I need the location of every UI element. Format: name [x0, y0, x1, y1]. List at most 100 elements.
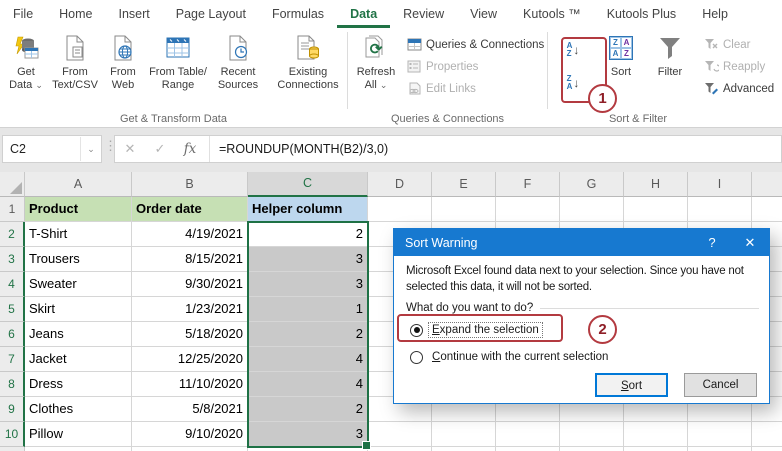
empty-cell[interactable] — [368, 422, 432, 447]
column-header[interactable]: H — [624, 172, 688, 197]
column-header[interactable]: C — [248, 172, 368, 197]
empty-cell[interactable] — [624, 422, 688, 447]
column-header[interactable]: I — [688, 172, 752, 197]
empty-cell[interactable] — [560, 447, 624, 451]
ribbon-tab[interactable]: Help — [689, 0, 741, 28]
empty-cell[interactable] — [432, 422, 496, 447]
order-date-cell[interactable]: 9/30/2021 — [132, 272, 248, 297]
name-box[interactable]: C2 ⌄ — [2, 135, 102, 163]
empty-cell[interactable] — [496, 422, 560, 447]
select-all-button[interactable] — [0, 172, 25, 197]
empty-cell[interactable] — [752, 422, 782, 447]
column-header[interactable]: E — [432, 172, 496, 197]
product-cell[interactable]: Clothes — [25, 397, 132, 422]
ribbon-tab[interactable]: Home — [46, 0, 105, 28]
sort-z-to-a-button[interactable]: ZA ↓ — [558, 70, 588, 96]
ribbon-tab[interactable]: Insert — [106, 0, 163, 28]
existing-connections-button[interactable]: Existing Connections — [270, 28, 346, 92]
confirm-entry-icon[interactable]: ✓ — [145, 141, 175, 157]
row-header[interactable]: 5 — [0, 297, 25, 322]
column-header[interactable]: G — [560, 172, 624, 197]
product-cell[interactable]: Sweater — [25, 272, 132, 297]
order-date-cell[interactable]: 5/18/2020 — [132, 322, 248, 347]
column-header-partial[interactable] — [752, 172, 782, 197]
row-header[interactable]: 10 — [0, 422, 25, 447]
helper-column-header-cell[interactable]: Helper column — [248, 197, 368, 222]
product-cell[interactable]: Skirt — [25, 297, 132, 322]
product-header-cell[interactable]: Product — [25, 197, 132, 222]
cancel-entry-icon[interactable]: ✕ — [115, 141, 145, 157]
empty-cell[interactable] — [624, 447, 688, 451]
empty-cell[interactable] — [25, 447, 132, 451]
row-header[interactable]: 2 — [0, 222, 25, 247]
product-cell[interactable]: Jeans — [25, 322, 132, 347]
order-date-cell[interactable]: 12/25/2020 — [132, 347, 248, 372]
helper-value-cell[interactable]: 3 — [248, 422, 368, 447]
helper-value-cell[interactable]: 4 — [248, 347, 368, 372]
expand-selection-option[interactable]: Expand the selection — [410, 323, 542, 337]
empty-cell[interactable] — [752, 447, 782, 451]
product-cell[interactable]: T-Shirt — [25, 222, 132, 247]
helper-value-cell[interactable]: 3 — [248, 247, 368, 272]
product-cell[interactable]: Dress — [25, 372, 132, 397]
product-cell[interactable]: Pillow — [25, 422, 132, 447]
sort-button[interactable]: ZAAZ Sort — [600, 28, 642, 79]
filter-button[interactable]: Filter — [647, 28, 693, 79]
empty-cell[interactable] — [752, 197, 782, 222]
from-web-button[interactable]: From Web — [101, 28, 145, 92]
from-table-range-button[interactable]: From Table/ Range — [145, 28, 211, 92]
column-header[interactable]: D — [368, 172, 432, 197]
recent-sources-button[interactable]: Recent Sources — [211, 28, 265, 92]
queries-connections-button[interactable]: Queries & Connections — [406, 35, 544, 54]
row-header-11[interactable]: 11 — [0, 447, 25, 451]
properties-button[interactable]: Properties — [406, 57, 544, 76]
radio-button-selected[interactable] — [410, 324, 423, 337]
ribbon-tab[interactable]: File — [0, 0, 46, 28]
edit-links-button[interactable]: Edit Links — [406, 79, 544, 98]
empty-cell[interactable] — [496, 447, 560, 451]
empty-cell[interactable] — [688, 447, 752, 451]
empty-cell[interactable] — [560, 197, 624, 222]
order-date-cell[interactable]: 8/15/2021 — [132, 247, 248, 272]
order-date-cell[interactable]: 4/19/2021 — [132, 222, 248, 247]
row-header[interactable]: 9 — [0, 397, 25, 422]
refresh-all-button[interactable]: ⟳ Refresh All ⌄ — [352, 28, 400, 92]
order-date-cell[interactable]: 5/8/2021 — [132, 397, 248, 422]
empty-cell[interactable] — [688, 422, 752, 447]
formula-text[interactable]: =ROUNDUP(MONTH(B2)/3,0) — [210, 142, 388, 156]
ribbon-tab[interactable]: Kutools Plus — [594, 0, 689, 28]
helper-value-cell[interactable]: 1 — [248, 297, 368, 322]
order-date-cell[interactable]: 9/10/2020 — [132, 422, 248, 447]
column-header[interactable]: F — [496, 172, 560, 197]
empty-cell[interactable] — [132, 447, 248, 451]
dialog-title-bar[interactable]: Sort Warning ? ✕ — [394, 229, 769, 256]
empty-cell[interactable] — [624, 197, 688, 222]
from-text-csv-button[interactable]: From Text/CSV — [49, 28, 101, 92]
empty-cell[interactable] — [496, 197, 560, 222]
cancel-button[interactable]: Cancel — [684, 373, 757, 397]
order-date-cell[interactable]: 1/23/2021 — [132, 297, 248, 322]
helper-value-cell[interactable]: 2 — [248, 322, 368, 347]
ribbon-tab[interactable]: Review — [390, 0, 457, 28]
row-header[interactable]: 6 — [0, 322, 25, 347]
ribbon-tab[interactable]: Page Layout — [163, 0, 259, 28]
row-header[interactable]: 8 — [0, 372, 25, 397]
sort-a-to-z-button[interactable]: AZ ↓ — [558, 37, 588, 63]
empty-cell[interactable] — [248, 447, 368, 451]
name-box-dropdown-icon[interactable]: ⌄ — [80, 137, 101, 161]
empty-cell[interactable] — [432, 447, 496, 451]
row-header[interactable]: 4 — [0, 272, 25, 297]
empty-cell[interactable] — [688, 197, 752, 222]
ribbon-tab[interactable]: Kutools ™ — [510, 0, 594, 28]
helper-value-cell[interactable]: 3 — [248, 272, 368, 297]
row-header[interactable]: 3 — [0, 247, 25, 272]
row-header[interactable]: 7 — [0, 347, 25, 372]
get-data-button[interactable]: Get Data ⌄ — [3, 28, 49, 92]
advanced-filter-button[interactable]: Advanced — [703, 79, 774, 98]
radio-button-unselected[interactable] — [410, 351, 423, 364]
clear-filter-button[interactable]: Clear — [703, 35, 774, 54]
order-date-header-cell[interactable]: Order date — [132, 197, 248, 222]
ribbon-tab[interactable]: Formulas — [259, 0, 337, 28]
empty-cell[interactable] — [432, 197, 496, 222]
continue-selection-option[interactable]: Continue with the current selection — [410, 350, 611, 364]
